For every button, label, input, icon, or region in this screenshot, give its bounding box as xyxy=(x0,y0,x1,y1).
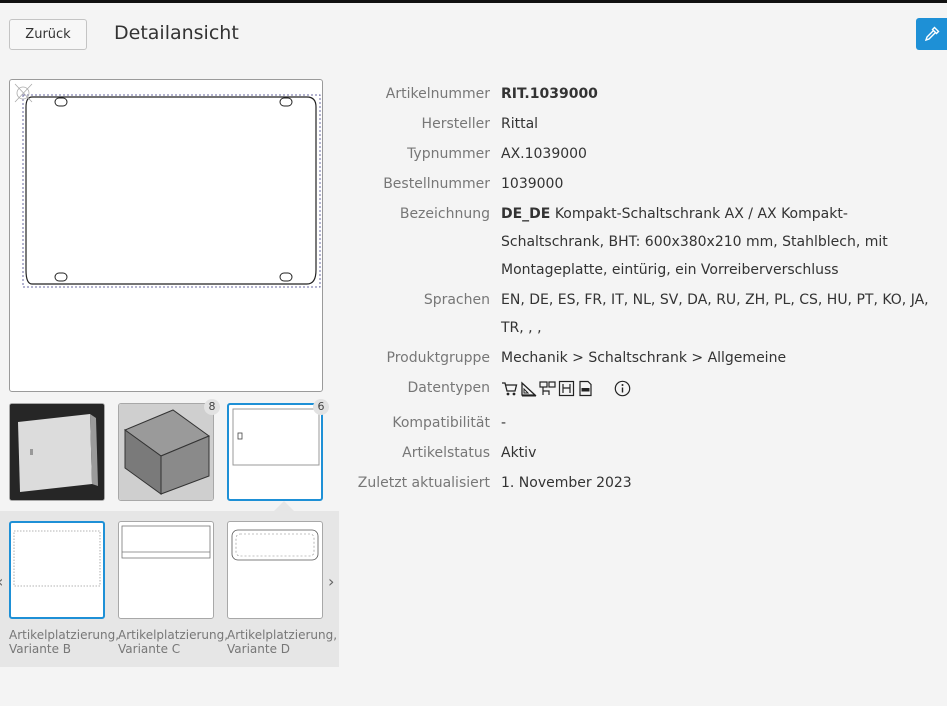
label-artikelstatus: Artikelstatus xyxy=(402,445,490,461)
value-sprachen: EN, DE, ES, FR, IT, NL, SV, DA, RU, ZH, … xyxy=(501,292,929,336)
enclosure-drawing xyxy=(14,83,321,288)
eyedropper-icon xyxy=(924,26,939,42)
top-border xyxy=(0,0,947,3)
3d-model-image xyxy=(119,404,213,500)
schematic-icon[interactable] xyxy=(539,380,556,397)
cart-icon[interactable] xyxy=(501,380,518,397)
value-typnummer: AX.1039000 xyxy=(501,146,587,162)
label-produktgruppe: Produktgruppe xyxy=(386,350,490,366)
label-bezeichnung: Bezeichnung xyxy=(399,206,490,222)
main-preview[interactable] xyxy=(9,79,323,392)
chevron-right-icon[interactable]: › xyxy=(328,572,334,591)
variant-c-image xyxy=(121,525,211,559)
label-bestellnummer: Bestellnummer xyxy=(383,176,490,192)
label-typnummer: Typnummer xyxy=(407,146,490,162)
label-artikelnummer: Artikelnummer xyxy=(385,86,490,102)
variant-b-image xyxy=(13,530,101,587)
variant-d-label: Artikelplatzierung, Variante D xyxy=(227,628,338,656)
variant-b-label: Artikelplatzierung, Variante B xyxy=(9,628,120,656)
value-bestellnummer: 1039000 xyxy=(501,176,564,192)
back-button[interactable]: Zurück xyxy=(9,19,87,50)
product-photo-image xyxy=(10,404,104,500)
label-hersteller: Hersteller xyxy=(421,116,490,132)
label-sprachen: Sprachen xyxy=(423,292,490,308)
datentypen-icons xyxy=(501,380,631,397)
value-bezeichnung: DE_DE Kompakt-Schaltschrank AX / AX Komp… xyxy=(501,200,931,284)
value-artikelnummer: RIT.1039000 xyxy=(501,86,598,102)
label-datentypen: Datentypen xyxy=(407,380,490,396)
thumbnail-product-photo[interactable] xyxy=(9,403,105,501)
eyedropper-button[interactable] xyxy=(916,18,947,50)
thumbnail-drawing-badge: 6 xyxy=(313,399,329,415)
label-kompatibilitaet: Kompatibilität xyxy=(392,415,490,431)
thumbnail-3d-model[interactable] xyxy=(118,403,214,501)
label-aktualisiert: Zuletzt aktualisiert xyxy=(357,475,490,491)
variant-c-label: Artikelplatzierung, Variante C xyxy=(118,628,229,656)
variant-d-image xyxy=(231,529,319,561)
variant-b-thumbnail[interactable] xyxy=(9,521,105,619)
chevron-left-icon[interactable]: ‹ xyxy=(0,572,3,591)
variant-d-thumbnail[interactable] xyxy=(227,521,323,619)
thumbnail-drawing[interactable] xyxy=(227,403,323,501)
measure-icon[interactable] xyxy=(520,380,537,397)
thumbnail-3d-model-badge: 8 xyxy=(204,399,220,415)
variant-c-thumbnail[interactable] xyxy=(118,521,214,619)
value-hersteller: Rittal xyxy=(501,116,539,132)
page-title: Detailansicht xyxy=(114,22,239,44)
value-bezeichnung-text: Kompakt-Schaltschrank AX / AX Kompakt-Sc… xyxy=(501,206,888,278)
value-kompatibilitaet: - xyxy=(501,415,507,431)
panel-pointer xyxy=(274,501,294,511)
value-bezeichnung-lang: DE_DE xyxy=(501,206,551,222)
pdf-icon[interactable] xyxy=(577,380,594,397)
value-aktualisiert: 1. November 2023 xyxy=(501,475,632,491)
info-icon[interactable] xyxy=(614,380,631,397)
value-artikelstatus: Aktiv xyxy=(501,445,537,461)
drawing-image xyxy=(232,408,320,466)
macro-icon[interactable] xyxy=(558,380,575,397)
value-produktgruppe: Mechanik > Schaltschrank > Allgemeine xyxy=(501,350,787,366)
